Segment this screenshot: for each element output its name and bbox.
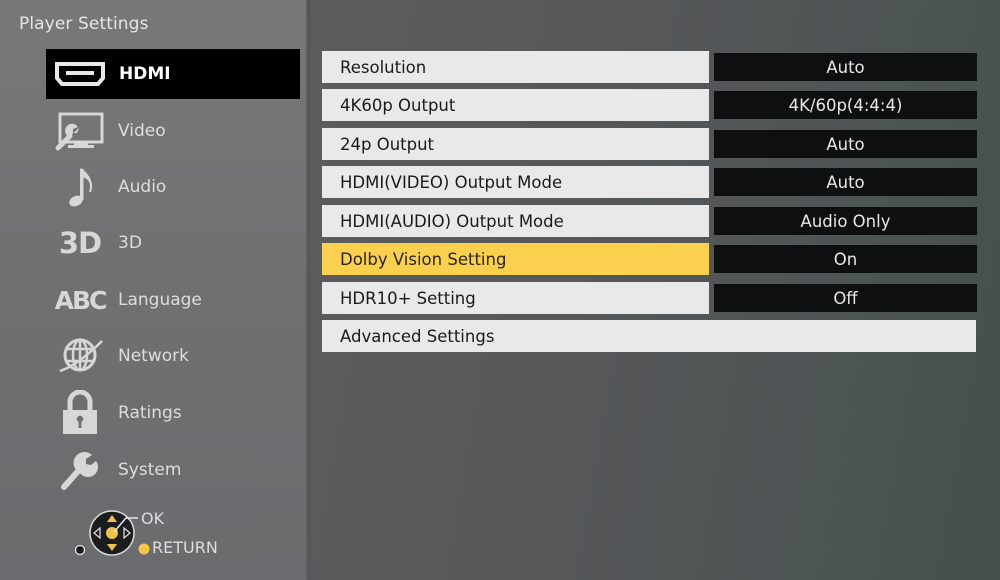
setting-label[interactable]: HDR10+ Setting	[322, 282, 709, 314]
sidebar-item-language[interactable]: ABC Language	[46, 275, 300, 325]
setting-value[interactable]: On	[714, 245, 977, 273]
sidebar-item-network[interactable]: Network	[46, 331, 300, 381]
music-note-icon	[52, 164, 108, 210]
sidebar-item-label: System	[118, 460, 182, 480]
wrench-icon	[52, 447, 108, 493]
ok-hint-label: OK	[141, 509, 165, 528]
sidebar-item-label: Audio	[118, 177, 167, 197]
sidebar-item-system[interactable]: System	[46, 445, 300, 495]
sidebar-item-hdmi[interactable]: HDMI	[46, 49, 300, 99]
setting-label[interactable]: HDMI(AUDIO) Output Mode	[322, 205, 709, 237]
language-abc-icon: ABC	[54, 285, 108, 315]
hdmi-port-icon	[52, 51, 108, 97]
setting-label[interactable]: Advanced Settings	[322, 320, 976, 352]
setting-label[interactable]: 4K60p Output	[322, 89, 709, 121]
page-title: Player Settings	[19, 14, 149, 34]
sidebar-item-label: Video	[118, 121, 166, 141]
return-hint-label: RETURN	[152, 538, 218, 557]
video-settings-icon	[52, 108, 108, 154]
sidebar-item-label: 3D	[118, 233, 142, 253]
padlock-icon	[52, 390, 108, 436]
sidebar-item-label: Network	[118, 346, 189, 366]
setting-value[interactable]: Auto	[714, 53, 977, 81]
globe-network-icon	[52, 333, 108, 379]
setting-value[interactable]: 4K/60p(4:4:4)	[714, 91, 977, 119]
3d-icon: 3D	[58, 226, 102, 260]
sidebar-item-audio[interactable]: Audio	[46, 162, 300, 212]
sidebar-item-label: HDMI	[119, 64, 171, 84]
sidebar-item-label: Language	[118, 290, 202, 310]
setting-value[interactable]: Off	[714, 284, 977, 312]
setting-label[interactable]: Dolby Vision Setting	[322, 243, 709, 275]
sidebar-item-label: Ratings	[118, 403, 182, 423]
sidebar-item-3d[interactable]: 3D 3D	[46, 218, 300, 268]
setting-label[interactable]: 24p Output	[322, 128, 709, 160]
settings-panel: Resolution Auto 4K60p Output 4K/60p(4:4:…	[310, 0, 1000, 580]
sidebar-item-ratings[interactable]: Ratings	[46, 388, 300, 438]
sidebar-item-video[interactable]: Video	[46, 106, 300, 156]
setting-value[interactable]: Auto	[714, 168, 977, 196]
setting-label[interactable]: HDMI(VIDEO) Output Mode	[322, 166, 709, 198]
setting-value[interactable]: Auto	[714, 130, 977, 158]
category-sidebar: Player Settings HDMI Video Audio 3D 3D A…	[0, 0, 308, 580]
setting-value[interactable]: Audio Only	[714, 207, 977, 235]
remote-nav-hint: OK RETURN	[70, 505, 270, 565]
setting-label[interactable]: Resolution	[322, 51, 709, 83]
